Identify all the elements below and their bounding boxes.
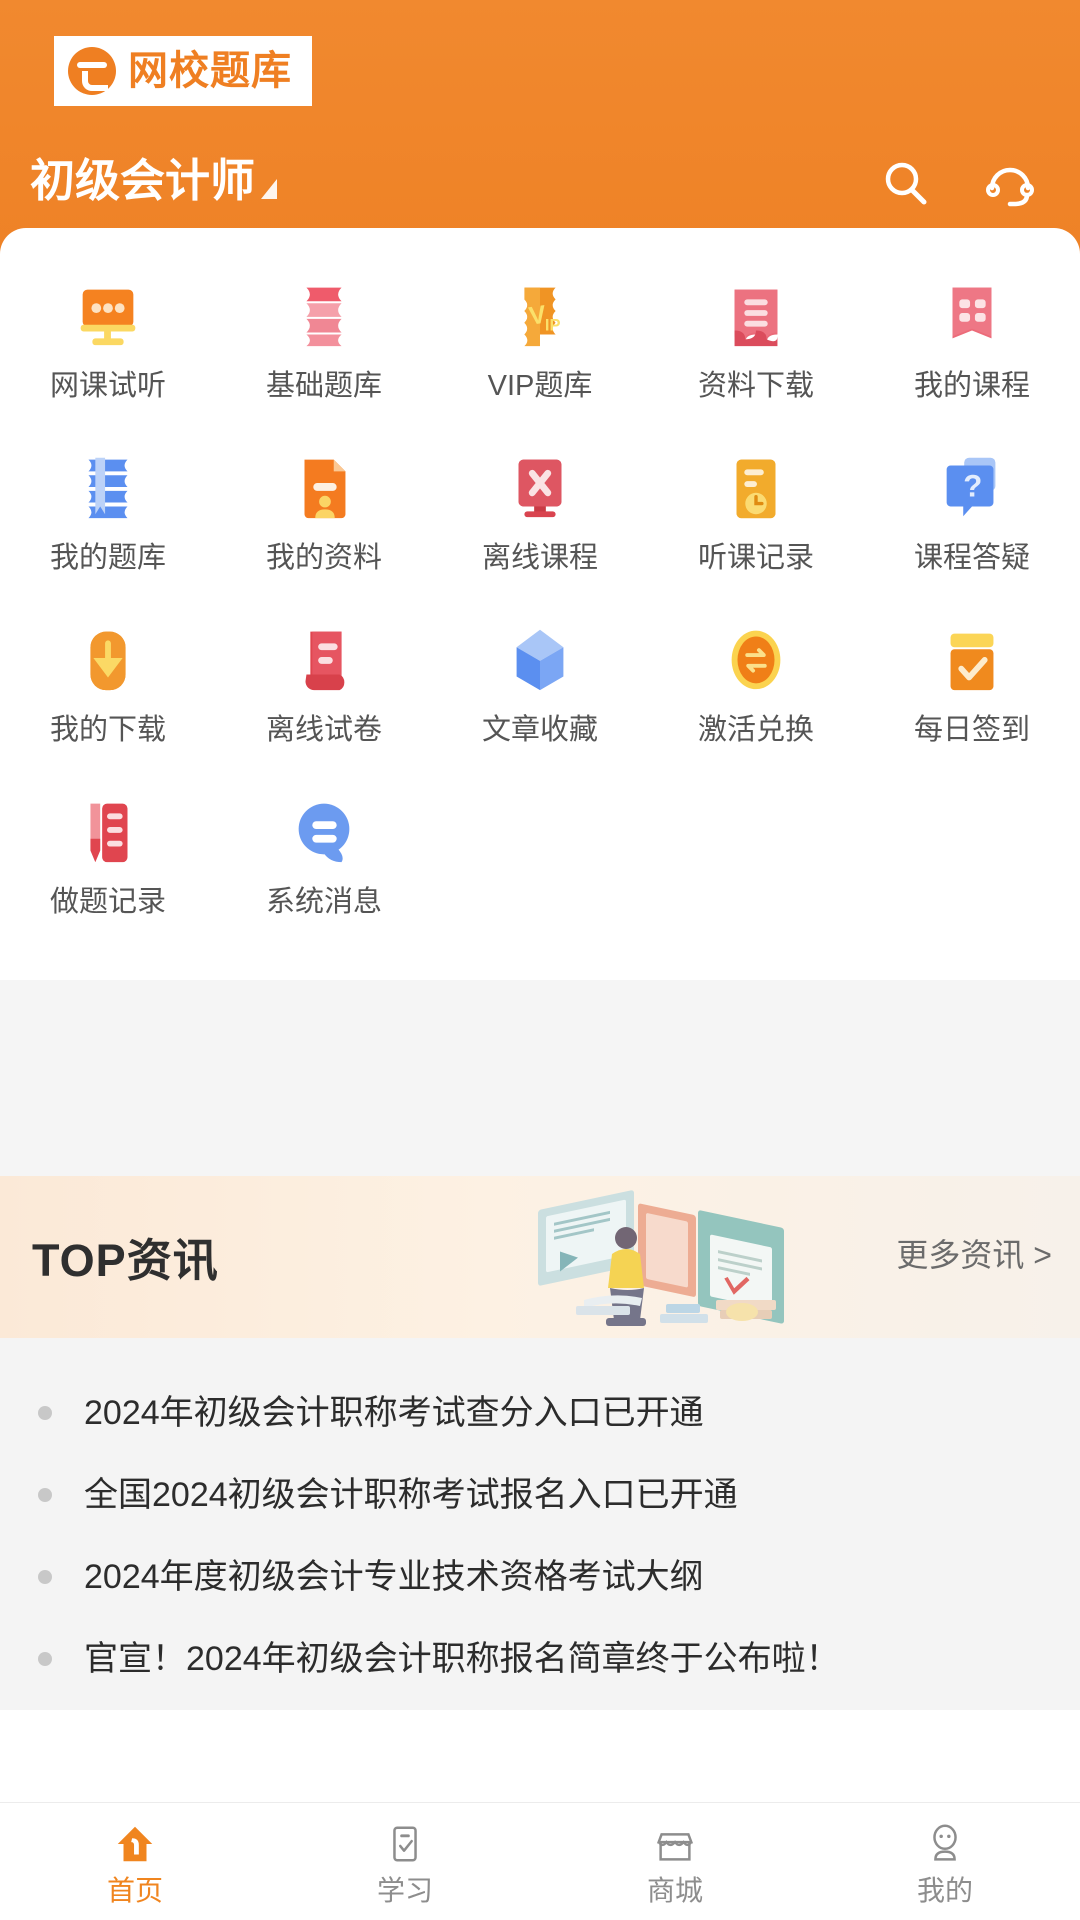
tab-label: 我的 <box>916 1874 973 1906</box>
subject-name: 初级会计师 <box>30 155 256 206</box>
grid-item-label: 激活兑换 <box>697 714 814 746</box>
grid-item-my-materials[interactable]: 我的资料 <box>216 442 432 614</box>
clock-record-icon <box>717 442 795 528</box>
grid-item-offline-courses[interactable]: 离线课程 <box>432 442 648 614</box>
grid-item-my-question-bank[interactable]: 我的题库 <box>0 442 216 614</box>
grid-item-label: 基础题库 <box>265 370 382 402</box>
grid-item-my-courses[interactable]: 我的课程 <box>864 270 1080 442</box>
bookmark-book-icon <box>69 442 147 528</box>
app-logo-text: 网校题库 <box>128 49 292 93</box>
grid-item-my-downloads[interactable]: 我的下载 <box>0 614 216 786</box>
open-book-icon <box>933 270 1011 356</box>
tab-study[interactable]: 学习 <box>270 1803 540 1920</box>
triangle-down-icon <box>261 179 278 199</box>
grid-item-label: 网课试听 <box>49 370 166 402</box>
grid-item-label: 我的下载 <box>49 714 166 746</box>
person-reading-illustration <box>520 1176 820 1338</box>
download-arrow-icon <box>69 614 147 700</box>
top-news-banner[interactable]: TOP资讯 更多资讯 > <box>0 1176 1080 1338</box>
list-item[interactable]: 2024年度初级会计专业技术资格考试大纲 <box>0 1536 1080 1618</box>
list-item[interactable]: 2024年初级会计职称考试查分入口已开通 <box>0 1372 1080 1454</box>
tab-label: 首页 <box>106 1874 163 1906</box>
grid-item-label: 我的资料 <box>265 542 382 574</box>
grid-item-offline-papers[interactable]: 离线试卷 <box>216 614 432 786</box>
headset-icon[interactable] <box>984 158 1036 210</box>
coin-exchange-icon <box>717 614 795 700</box>
list-bottom-spacer <box>0 1710 1080 1802</box>
grid-item-vip-question-bank[interactable]: V IP VIP题库 <box>432 270 648 442</box>
list-item[interactable]: 官宣！2024年初级会计职称报名简章终于公布啦！ <box>0 1618 1080 1700</box>
top-news-title: TOP资讯 <box>32 1235 219 1286</box>
calendar-check-icon <box>933 614 1011 700</box>
app-logo: 网校题库 <box>54 36 312 106</box>
monitor-dots-icon <box>69 270 147 356</box>
message-bubble-icon <box>285 786 363 872</box>
grid-item-label: 课程答疑 <box>913 542 1030 574</box>
search-icon[interactable] <box>880 158 932 210</box>
news-title: 官宣！2024年初级会计职称报名简章终于公布啦！ <box>84 1640 840 1678</box>
bullet-dot-icon <box>38 1652 52 1666</box>
tab-store[interactable]: 商城 <box>540 1803 810 1920</box>
grid-item-article-favorites[interactable]: 文章收藏 <box>432 614 648 786</box>
file-person-icon <box>285 442 363 528</box>
tab-label: 商城 <box>646 1874 703 1906</box>
feature-grid: 网课试听 基础题库 V IP VIP题库 资料下载 我的课程 我的题库 我的资料… <box>0 270 1080 958</box>
grid-item-label: 文章收藏 <box>481 714 598 746</box>
grid-item-label: 系统消息 <box>265 886 382 918</box>
header-actions <box>880 158 1036 210</box>
news-title: 2024年初级会计职称考试查分入口已开通 <box>84 1394 704 1432</box>
tab-home[interactable]: 首页 <box>0 1803 270 1920</box>
news-title: 2024年度初级会计专业技术资格考试大纲 <box>84 1558 704 1596</box>
paper-scroll-icon <box>285 614 363 700</box>
home-icon <box>112 1819 158 1869</box>
svg-text:?: ? <box>963 469 982 504</box>
grid-item-label: VIP题库 <box>487 370 593 402</box>
list-item[interactable]: 全国2024初级会计职称考试报名入口已开通 <box>0 1454 1080 1536</box>
pen-notebook-icon <box>69 786 147 872</box>
person-icon <box>922 1819 968 1869</box>
more-news-link[interactable]: 更多资讯 > <box>896 1230 1052 1276</box>
grid-item-label: 资料下载 <box>697 370 814 402</box>
vip-book-icon: V IP <box>501 270 579 356</box>
cloud-logo-icon <box>68 47 116 95</box>
grid-item-label: 离线课程 <box>481 542 598 574</box>
bottom-navigation: 首页 学习 商城 我的 <box>0 1802 1080 1920</box>
grid-item-label: 听课记录 <box>697 542 814 574</box>
grid-item-label: 做题记录 <box>49 886 166 918</box>
grid-item-practice-record[interactable]: 做题记录 <box>0 786 216 958</box>
subject-selector[interactable]: 初级会计师 <box>30 155 278 206</box>
feature-grid-panel: 网课试听 基础题库 V IP VIP题库 资料下载 我的课程 我的题库 我的资料… <box>0 228 1080 980</box>
bullet-dot-icon <box>38 1406 52 1420</box>
grid-item-material-download[interactable]: 资料下载 <box>648 270 864 442</box>
news-title: 全国2024初级会计职称考试报名入口已开通 <box>84 1476 738 1514</box>
grid-item-daily-checkin[interactable]: 每日签到 <box>864 614 1080 786</box>
tab-profile[interactable]: 我的 <box>810 1803 1080 1920</box>
app-root: 网校题库 初级会计师 网课试听 基础题库 V IP VIP题库 资料下载 我的课… <box>0 0 1080 1920</box>
grid-item-basic-question-bank[interactable]: 基础题库 <box>216 270 432 442</box>
checklist-icon <box>382 1819 428 1869</box>
document-download-icon <box>717 270 795 356</box>
grid-item-online-course-trial[interactable]: 网课试听 <box>0 270 216 442</box>
svg-text:IP: IP <box>545 316 561 335</box>
grid-item-activate-redeem[interactable]: 激活兑换 <box>648 614 864 786</box>
store-icon <box>652 1819 698 1869</box>
bullet-dot-icon <box>38 1570 52 1584</box>
grid-item-system-messages[interactable]: 系统消息 <box>216 786 432 958</box>
grid-item-listening-record[interactable]: 听课记录 <box>648 442 864 614</box>
grid-item-course-qa[interactable]: ? 课程答疑 <box>864 442 1080 614</box>
grid-item-label: 每日签到 <box>913 714 1030 746</box>
grid-item-label: 离线试卷 <box>265 714 382 746</box>
screen-x-icon <box>501 442 579 528</box>
stacked-books-icon <box>285 270 363 356</box>
grid-item-label: 我的课程 <box>913 370 1030 402</box>
news-list: 2024年初级会计职称考试查分入口已开通 全国2024初级会计职称考试报名入口已… <box>0 1338 1080 1710</box>
question-chat-icon: ? <box>933 442 1011 528</box>
tab-label: 学习 <box>376 1874 433 1906</box>
grid-item-label: 我的题库 <box>49 542 166 574</box>
cube-box-icon <box>501 614 579 700</box>
bullet-dot-icon <box>38 1488 52 1502</box>
